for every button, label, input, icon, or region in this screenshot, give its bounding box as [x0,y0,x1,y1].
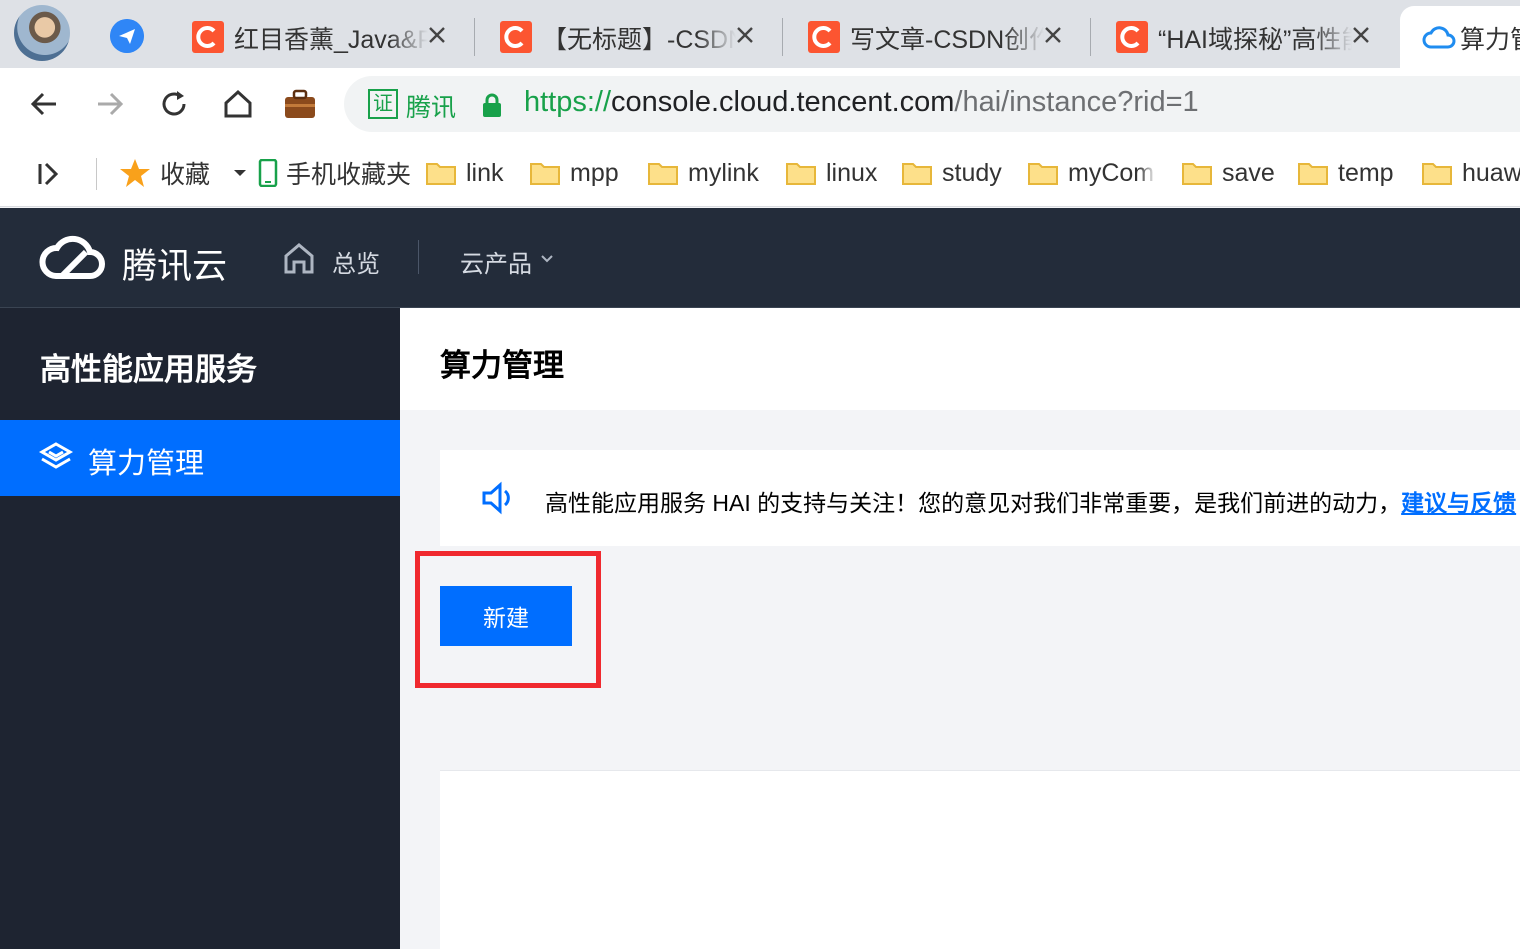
nav-cloud-products[interactable]: 云产品 [460,244,532,279]
page-header: 算力管理 [400,308,1520,410]
tencent-cloud-logo-icon[interactable] [38,232,108,282]
feedback-link[interactable]: 建议与反馈 [1401,490,1516,516]
sidebar: 高性能应用服务 算力管理 [0,308,400,949]
csdn-icon [500,21,532,53]
bookmark-folder[interactable]: mpp [530,156,619,190]
tencent-cloud-icon [1422,26,1456,49]
tab-title: “HAI域探秘”高性能 [1158,26,1352,54]
bookmark-folder[interactable]: temp [1298,156,1394,190]
folder-icon [1028,163,1058,185]
bookmark-folder[interactable]: mylink [648,156,759,190]
url-path: /hai/instance?rid=1 [954,86,1199,118]
layers-icon [38,442,74,469]
star-icon [120,159,150,187]
browser-tab[interactable]: 写文章-CSDN创作 [794,6,1090,68]
bookmark-label: myCom [1068,158,1155,187]
instance-table-panel [440,770,1520,949]
briefcase-icon[interactable] [282,86,318,122]
folder-icon [530,163,560,185]
url-text[interactable]: https://console.cloud.tencent.com/hai/in… [524,86,1199,119]
phone-icon [258,159,278,187]
browser-tab[interactable]: 【无标题】-CSDN [486,6,782,68]
browser-toolbar: 证 腾讯 https://console.cloud.tencent.com/h… [0,68,1520,140]
forward-icon[interactable] [92,86,128,122]
bookmark-favorites[interactable]: 收藏 [118,156,248,190]
lock-icon[interactable] [482,93,502,117]
bookmark-label: mylink [688,158,759,187]
bookmark-folder[interactable]: myCom [1028,156,1156,190]
browser-tab[interactable]: “HAI域探秘”高性能 [1102,6,1398,68]
sidebar-title: 高性能应用服务 [40,352,257,387]
send-icon[interactable] [110,19,144,53]
csdn-icon [808,21,840,53]
nav-overview[interactable]: 总览 [332,244,380,279]
certificate-org: 腾讯 [406,94,457,122]
bookmark-folder[interactable]: linux [786,156,877,190]
sidebar-item-label: 算力管理 [88,448,205,480]
folder-icon [1298,163,1328,185]
browser-tab[interactable]: 红目香薰_Java&P [178,6,474,68]
sidebar-toggle-icon[interactable] [34,160,62,188]
bookmark-label: temp [1338,158,1394,187]
notice-banner: 高性能应用服务 HAI 的支持与关注！您的意见对我们非常重要，是我们前进的动力，… [440,450,1520,546]
tab-title: 算力管理 [1460,26,1520,54]
folder-icon [1422,163,1452,185]
bookmark-label: 手机收藏夹 [286,161,412,189]
tab-separator [474,18,475,56]
page-title: 算力管理 [440,348,564,383]
console-top-nav: 腾讯云 总览 云产品 [0,208,1520,308]
folder-icon [902,163,932,185]
home-icon[interactable] [282,242,316,274]
folder-icon [426,163,456,185]
nav-divider [418,240,419,274]
sidebar-item-compute-management[interactable]: 算力管理 [0,420,400,496]
tab-title: 红目香薰_Java&P [234,26,428,54]
bookmark-label: mpp [570,158,619,187]
bookmark-label: study [942,158,1002,187]
csdn-icon [1116,21,1148,53]
dropdown-arrow-icon[interactable] [232,168,248,178]
csdn-icon [192,21,224,53]
browser-tab-active[interactable]: 算力管理 [1400,6,1520,68]
close-icon[interactable] [730,20,760,50]
tab-title: 【无标题】-CSDN [542,26,736,54]
browser-tab-strip: 红目香薰_Java&P 【无标题】-CSDN 写文章-CSDN创作 “HAI域探… [0,0,1520,68]
close-icon[interactable] [1346,20,1376,50]
folder-icon [786,163,816,185]
tab-separator [1090,18,1091,56]
chevron-down-icon[interactable] [540,252,554,266]
bookmark-separator [96,158,97,190]
bookmark-label: link [466,158,504,187]
reload-icon[interactable] [156,86,192,122]
bookmark-folder[interactable]: study [902,156,1002,190]
bookmark-folder[interactable]: link [426,156,504,190]
bookmarks-bar: 收藏 手机收藏夹 link mpp mylink linux study myC… [0,140,1520,207]
bookmark-label: linux [826,158,878,187]
close-icon[interactable] [422,20,452,50]
highlight-annotation-box [415,551,601,688]
address-bar[interactable]: 证 腾讯 https://console.cloud.tencent.com/h… [344,76,1520,132]
notice-message: 高性能应用服务 HAI 的支持与关注！您的意见对我们非常重要，是我们前进的动力， [545,490,1402,516]
tab-title: 写文章-CSDN创作 [850,26,1044,54]
bookmark-label: 收藏 [160,161,211,189]
url-host: console.cloud.tencent.com [611,86,955,118]
folder-icon [648,163,678,185]
brand-name[interactable]: 腾讯云 [122,238,227,289]
bookmark-folder[interactable]: save [1182,156,1275,190]
url-scheme: https:// [524,86,612,118]
close-icon[interactable] [1038,20,1068,50]
certificate-badge[interactable]: 证 [368,89,398,119]
bookmark-folder[interactable]: huaw [1422,156,1520,190]
bookmark-label: huaw [1462,158,1520,187]
back-icon[interactable] [26,86,62,122]
speaker-icon [482,481,510,515]
user-avatar[interactable] [14,5,70,61]
folder-icon [1182,163,1212,185]
bookmark-mobile[interactable]: 手机收藏夹 [258,156,411,190]
notice-text: 高性能应用服务 HAI 的支持与关注！您的意见对我们非常重要，是我们前进的动力，… [545,484,1516,518]
bookmark-label: save [1222,158,1275,187]
home-icon[interactable] [220,86,256,122]
tab-separator [782,18,783,56]
